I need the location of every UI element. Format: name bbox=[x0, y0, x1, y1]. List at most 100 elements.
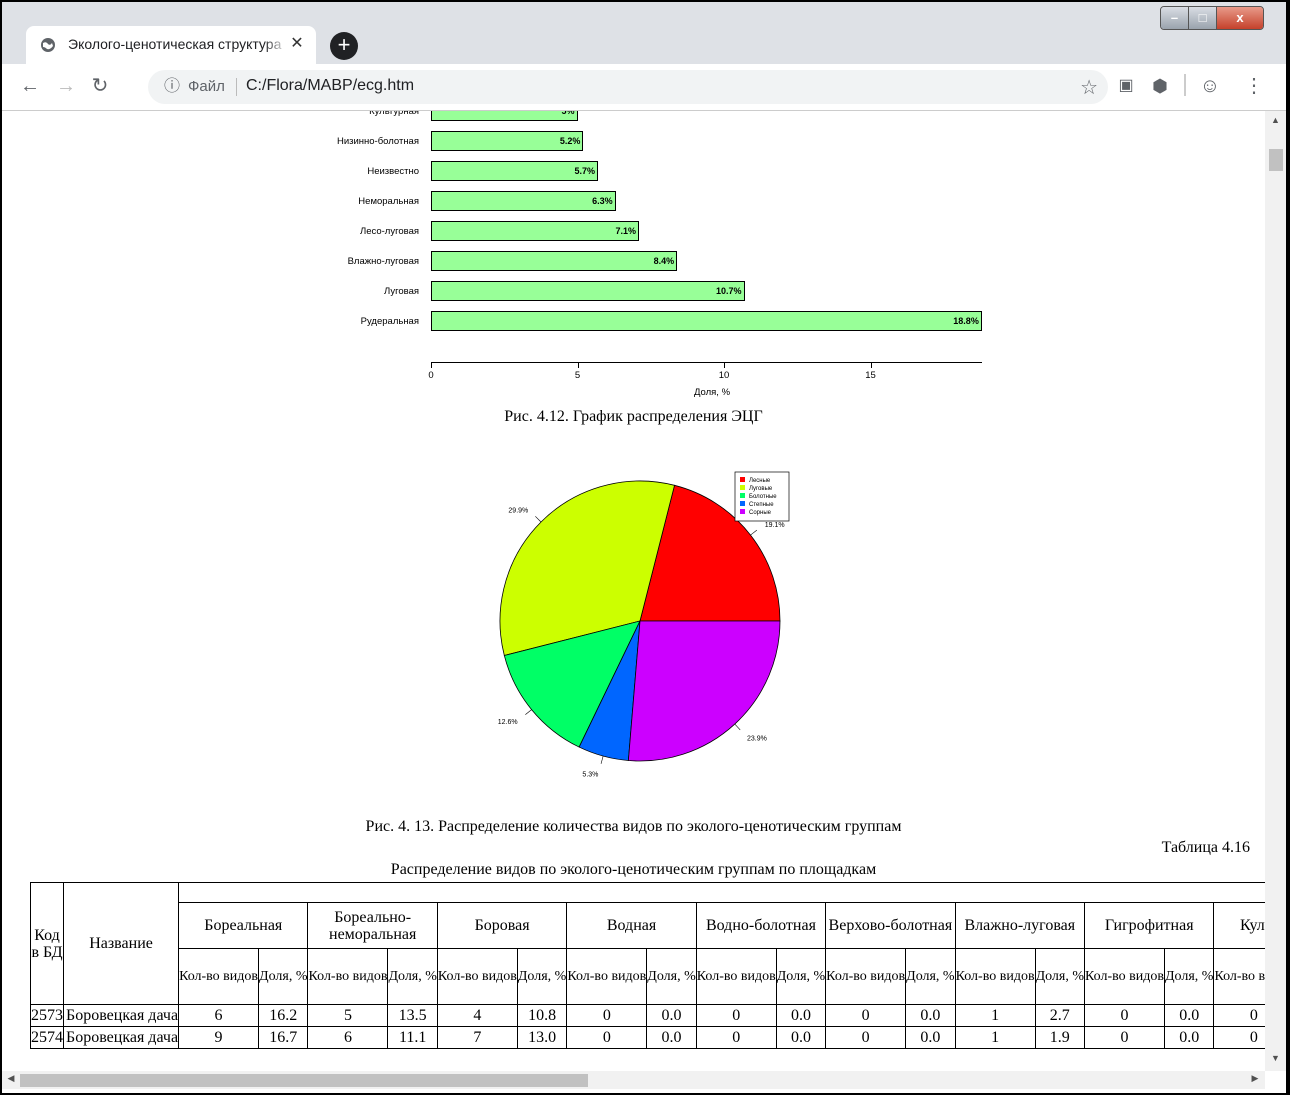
row-value: 16.2 bbox=[258, 1004, 309, 1027]
bar: 7.1% bbox=[431, 221, 640, 241]
count-subheader: Кол-во видов bbox=[178, 948, 260, 1005]
menu-dots-icon[interactable]: ⋮ bbox=[1242, 74, 1266, 98]
minimize-button[interactable]: – bbox=[1161, 7, 1190, 29]
close-icon[interactable]: ✕ bbox=[288, 35, 306, 53]
forward-arrow-icon[interactable]: → bbox=[54, 74, 78, 98]
count-subheader: Кол-во видов bbox=[436, 948, 518, 1005]
share-subheader: Доля, % bbox=[1163, 948, 1215, 1005]
close-window-button[interactable]: x bbox=[1217, 7, 1263, 29]
bar-category-label: Культурная bbox=[369, 111, 419, 117]
pie-label-leader bbox=[535, 516, 542, 523]
row-value: 0.0 bbox=[905, 1026, 956, 1049]
row-value: 0 bbox=[1084, 1004, 1165, 1027]
x-tick-label: 5 bbox=[574, 370, 581, 381]
count-subheader: Кол-во видов bbox=[825, 948, 907, 1005]
maximize-button[interactable]: □ bbox=[1189, 7, 1218, 29]
bar-category-label: Влажно-луговая bbox=[347, 256, 419, 267]
row-name: Боровецкая дача bbox=[62, 1004, 180, 1027]
pie-legend-label: Болотные bbox=[749, 494, 777, 500]
row-value: 4 bbox=[436, 1004, 518, 1027]
count-subheader: Кол-во видов bbox=[307, 948, 389, 1005]
count-subheader: Кол-во видов bbox=[954, 948, 1036, 1005]
profile-avatar-icon[interactable]: ☺ bbox=[1198, 74, 1222, 98]
row-value: 0.0 bbox=[1163, 1004, 1215, 1027]
bar-value-label: 7.1% bbox=[615, 226, 637, 236]
pie-label-leader bbox=[750, 529, 758, 536]
scroll-up-arrow-icon[interactable]: ▲ bbox=[1265, 115, 1286, 131]
species-table: Код в БД Название Бореальная Бореально-немо… bbox=[30, 882, 1265, 1049]
back-arrow-icon[interactable]: ← bbox=[18, 74, 42, 98]
count-subheader: Кол-во видов bbox=[695, 948, 777, 1005]
figure-caption-pie: Рис. 4. 13. Распределение количества вид… bbox=[365, 818, 902, 835]
scroll-down-arrow-icon[interactable]: ▼ bbox=[1265, 1053, 1286, 1069]
tab-title-fade bbox=[264, 34, 288, 56]
bar: 6.3% bbox=[431, 191, 616, 211]
bar-category-label: Неморальная bbox=[358, 196, 419, 207]
scroll-left-arrow-icon[interactable]: ◀ bbox=[4, 1073, 18, 1087]
row-value: 0 bbox=[566, 1026, 648, 1049]
table-row: 2574 Боровецкая дача 9 16.7 6 11.1 7 13.0 0 0.0 0 0… bbox=[30, 1026, 1265, 1049]
pie-label-leader bbox=[734, 723, 741, 731]
vertical-scrollbar[interactable]: ▲ ▼ bbox=[1265, 111, 1286, 1071]
row-value: 9 bbox=[178, 1026, 260, 1049]
bar-value-label: 18.8% bbox=[953, 316, 979, 326]
address-bar[interactable]: ⓘ Файл C:/Flora/MABP/ecg.htm ☆ bbox=[148, 70, 1108, 104]
group-header: Влажно-луговая bbox=[954, 902, 1086, 949]
pie-legend-swatch bbox=[740, 485, 745, 490]
row-value: 13.5 bbox=[387, 1004, 438, 1027]
x-tick-mark bbox=[431, 362, 432, 368]
bar-value-label: 5.7% bbox=[574, 166, 595, 176]
incognito-extension-icon[interactable]: ▣ bbox=[1114, 74, 1138, 98]
pie-legend-swatch bbox=[740, 493, 745, 498]
group-header: Бореальная bbox=[178, 902, 309, 949]
row-value: 13.0 bbox=[516, 1026, 568, 1049]
row-value: 0 bbox=[695, 1004, 777, 1027]
url-separator bbox=[236, 78, 237, 96]
row-value: 1.9 bbox=[1034, 1026, 1086, 1049]
pie-slice-label: 23.9% bbox=[747, 735, 767, 742]
browser-tab[interactable]: Эколого-ценотическая структура ✕ bbox=[26, 26, 316, 64]
cube-extension-icon[interactable]: ⬢ bbox=[1148, 74, 1172, 98]
vertical-scroll-thumb[interactable] bbox=[1269, 149, 1283, 171]
name-header: Название bbox=[62, 882, 180, 1005]
scroll-right-arrow-icon[interactable]: ▶ bbox=[1248, 1073, 1262, 1087]
bookmark-star-icon[interactable]: ☆ bbox=[1080, 75, 1098, 100]
group-header: Гигрофитная bbox=[1084, 902, 1215, 949]
title-bar: Эколого-ценотическая структура ✕ + – □ x bbox=[2, 2, 1286, 64]
row-value: 2.7 bbox=[1034, 1004, 1086, 1027]
bar-category-label: Рудеральная bbox=[360, 316, 419, 327]
group-header: Культурная bbox=[1213, 902, 1265, 949]
row-value: 10.8 bbox=[516, 1004, 568, 1027]
row-value: 16.7 bbox=[258, 1026, 309, 1049]
share-subheader: Доля, % bbox=[1034, 948, 1086, 1005]
pie-legend-swatch bbox=[740, 509, 745, 514]
group-header: Бореально-неморальная bbox=[307, 902, 438, 949]
table-title: Распределение видов по эколого-ценотичес… bbox=[390, 861, 877, 878]
row-code: 2574 bbox=[30, 1026, 64, 1049]
reload-icon[interactable]: ↻ bbox=[88, 74, 112, 98]
window-controls: – □ x bbox=[1160, 6, 1264, 30]
bar-category-label: Низинно-болотная bbox=[336, 136, 419, 147]
x-tick-label: 10 bbox=[718, 370, 730, 381]
bar: 8.4% bbox=[431, 251, 678, 271]
row-value: 0.0 bbox=[775, 1004, 827, 1027]
row-value: 0.0 bbox=[646, 1004, 697, 1027]
row-value: 7 bbox=[436, 1026, 518, 1049]
horizontal-scrollbar[interactable]: ◀ ▶ bbox=[2, 1071, 1265, 1089]
browser-window: Эколого-ценотическая структура ✕ + – □ x… bbox=[2, 2, 1286, 1093]
bar-category-label: Лесо-луговая bbox=[359, 226, 419, 237]
url-text[interactable]: C:/Flora/MABP/ecg.htm bbox=[246, 77, 414, 95]
pie-legend-label: Луговые bbox=[749, 486, 773, 492]
horizontal-scroll-thumb[interactable] bbox=[20, 1074, 588, 1087]
new-tab-button[interactable]: + bbox=[330, 32, 358, 60]
tab-title: Эколого-ценотическая структура bbox=[68, 36, 282, 52]
bar: 5% bbox=[431, 111, 578, 121]
info-icon[interactable]: ⓘ bbox=[164, 78, 182, 96]
row-value: 0.0 bbox=[1163, 1026, 1215, 1049]
bar: 18.8% bbox=[431, 311, 982, 331]
pie-label-leader bbox=[600, 755, 604, 764]
x-tick-label: 0 bbox=[428, 370, 434, 381]
url-scheme-label: Файл bbox=[188, 78, 225, 95]
x-tick-mark bbox=[724, 362, 725, 368]
row-value: 0 bbox=[695, 1026, 777, 1049]
